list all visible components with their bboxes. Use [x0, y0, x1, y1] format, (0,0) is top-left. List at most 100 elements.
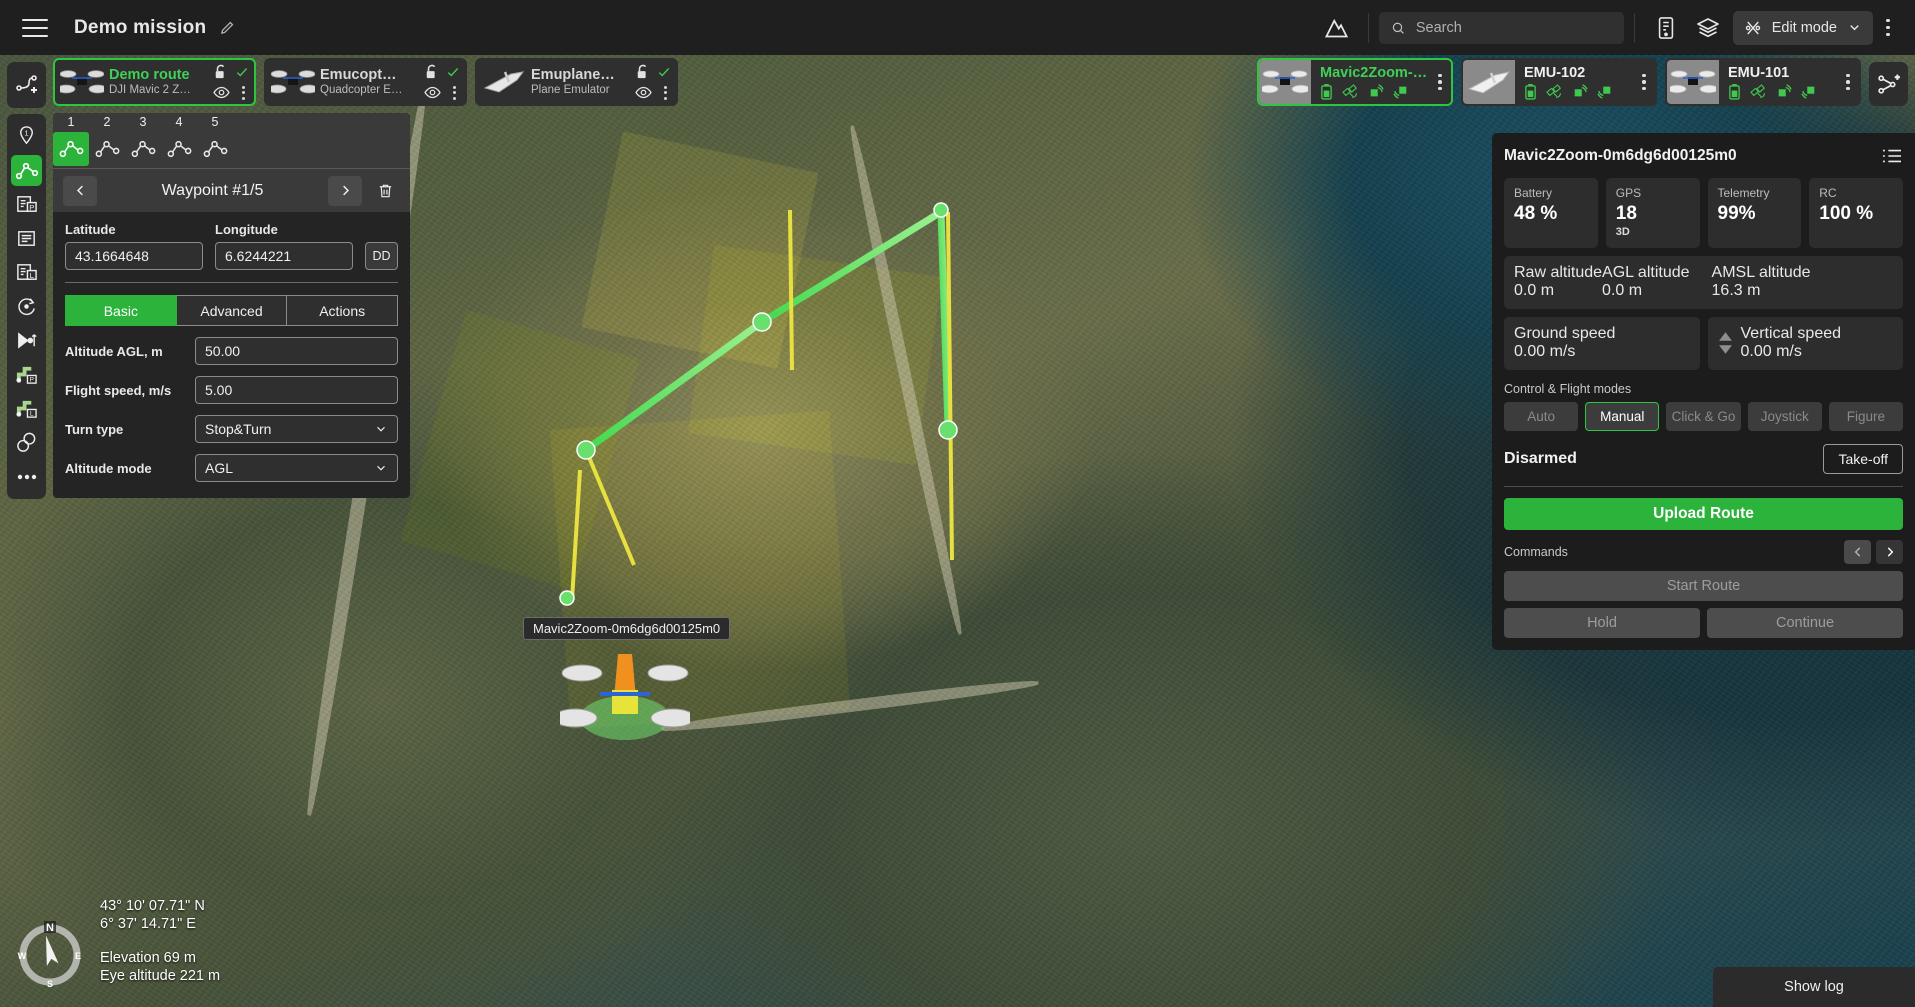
polygon-linear-icon[interactable]: L [11, 257, 42, 288]
mode-click-and-go[interactable]: Click & Go [1666, 402, 1740, 431]
waypoint-number[interactable]: 3 [125, 113, 161, 132]
flight-speed-input[interactable] [195, 376, 398, 404]
route-menu-button[interactable] [659, 86, 671, 100]
ground-speed-text: Ground speed 0.00 m/s [1514, 325, 1615, 361]
telemetry-title: Mavic2Zoom-0m6dg6d00125m0 [1504, 147, 1881, 165]
check-icon[interactable] [446, 65, 460, 79]
tab-actions[interactable]: Actions [287, 295, 398, 326]
hamburger-icon[interactable] [22, 19, 48, 37]
eye-icon[interactable] [424, 86, 441, 99]
turn-type-select[interactable]: Stop&Turn [195, 415, 398, 443]
waypoint-number[interactable]: 2 [89, 113, 125, 132]
quadcopter-thumb [1667, 60, 1719, 104]
waypoint-number[interactable]: 1 [53, 113, 89, 132]
unlock-icon[interactable] [636, 64, 650, 80]
altitude-mode-select[interactable]: AGL [195, 454, 398, 482]
route-card[interactable]: Emucopter ro... Quadcopter Emulat... [264, 58, 467, 106]
add-route-icon[interactable] [11, 70, 42, 101]
search-input[interactable] [1416, 20, 1612, 36]
chevron-left-icon [73, 183, 88, 198]
mode-manual[interactable]: Manual [1585, 402, 1659, 431]
tab-basic[interactable]: Basic [65, 295, 177, 326]
check-icon[interactable] [657, 65, 671, 79]
route-path-icon[interactable] [11, 155, 42, 186]
check-icon[interactable] [235, 65, 249, 79]
two-circles-icon[interactable] [11, 427, 42, 458]
vehicle-menu-button[interactable] [1837, 74, 1859, 91]
coord-format-button[interactable]: DD [365, 242, 398, 270]
show-log-button[interactable]: Show log [1713, 967, 1915, 1007]
start-route-button[interactable]: Start Route [1504, 571, 1903, 601]
vehicle-menu-button[interactable] [1429, 74, 1451, 91]
telemetry-list-button[interactable] [1881, 147, 1903, 165]
modes-label: Control & Flight modes [1504, 382, 1903, 396]
more-options-icon[interactable] [11, 461, 42, 492]
vehicle-card[interactable]: EMU-102 [1461, 58, 1657, 106]
chevron-left-icon [1851, 545, 1865, 559]
latitude-input[interactable] [65, 242, 203, 270]
route-menu-button[interactable] [237, 86, 249, 100]
mapping-photo-icon[interactable]: P [11, 359, 42, 390]
waypoint-number[interactable]: 5 [197, 113, 233, 132]
route-card[interactable]: Emuplane route Plane Emulator [475, 58, 678, 106]
commands-header: Commands [1504, 540, 1903, 564]
commands-prev-button[interactable] [1844, 540, 1871, 564]
circle-survey-icon[interactable] [11, 291, 42, 322]
hold-button[interactable]: Hold [1504, 608, 1700, 638]
polygon-photo-icon[interactable]: P [11, 189, 42, 220]
eye-icon[interactable] [213, 86, 230, 99]
waypoint-number[interactable]: 4 [161, 113, 197, 132]
svg-text:P: P [29, 203, 34, 212]
add-vehicle-button[interactable] [1869, 62, 1908, 106]
waypoint-chip-1[interactable] [53, 132, 89, 166]
waypoint-delete-button[interactable] [370, 176, 400, 206]
mode-joystick[interactable]: Joystick [1748, 402, 1822, 431]
longitude-group: Longitude [215, 222, 353, 270]
route-card[interactable]: Demo route DJI Mavic 2 Zoom [53, 58, 256, 106]
tile-value: 100 % [1819, 202, 1893, 226]
edit-mode-dropdown[interactable]: Edit mode [1733, 11, 1873, 45]
mode-figure[interactable]: Figure [1829, 402, 1903, 431]
waypoint-chip-3[interactable] [125, 132, 161, 166]
upload-route-button[interactable]: Upload Route [1504, 498, 1903, 530]
panorama-icon[interactable] [11, 325, 42, 356]
document-icon[interactable] [1645, 7, 1687, 49]
commands-next-button[interactable] [1876, 540, 1903, 564]
unlock-icon[interactable] [425, 64, 439, 80]
waypoint-prev-button[interactable] [63, 176, 97, 206]
area-icon[interactable] [11, 223, 42, 254]
route-menu-button[interactable] [448, 86, 460, 100]
overflow-menu-button[interactable] [1873, 19, 1903, 37]
waypoint-chip-4[interactable] [161, 132, 197, 166]
vehicle-card[interactable]: EMU-101 [1665, 58, 1861, 106]
mode-auto[interactable]: Auto [1504, 402, 1578, 431]
uplink-icon [1776, 84, 1792, 99]
terrain-icon[interactable] [1316, 7, 1358, 49]
continue-button[interactable]: Continue [1707, 608, 1903, 638]
altitude-agl-input[interactable] [195, 337, 398, 365]
mapping-linear-icon[interactable]: L [11, 393, 42, 424]
search-box[interactable] [1379, 12, 1624, 44]
vehicle-menu-button[interactable] [1633, 74, 1655, 91]
uplink-icon [1368, 84, 1384, 99]
take-off-button[interactable]: Take-off [1823, 444, 1903, 474]
field-control [195, 376, 398, 404]
waypoint-marker-icon[interactable]: 1 [11, 121, 42, 152]
waypoint-chip-5[interactable] [197, 132, 233, 166]
compass-widget[interactable]: N E S W [16, 921, 84, 989]
waypoint-next-button[interactable] [328, 176, 362, 206]
longitude-input[interactable] [215, 242, 353, 270]
layers-icon[interactable] [1687, 7, 1729, 49]
vehicle-card[interactable]: Mavic2Zoom-0m... [1257, 58, 1453, 106]
alt-key: Raw altitude [1514, 264, 1602, 282]
speed-value: 0.00 m/s [1741, 343, 1842, 361]
waypoint-chip-2[interactable] [89, 132, 125, 166]
unlock-icon[interactable] [214, 64, 228, 80]
tab-advanced[interactable]: Advanced [177, 295, 288, 326]
pencil-icon[interactable] [219, 19, 236, 36]
eye-icon[interactable] [635, 86, 652, 99]
compass-n: N [46, 922, 54, 934]
alt-value: 0.0 m [1514, 282, 1602, 300]
route-card-text: Emuplane route Plane Emulator [531, 67, 615, 98]
drone-marker[interactable] [560, 640, 690, 745]
